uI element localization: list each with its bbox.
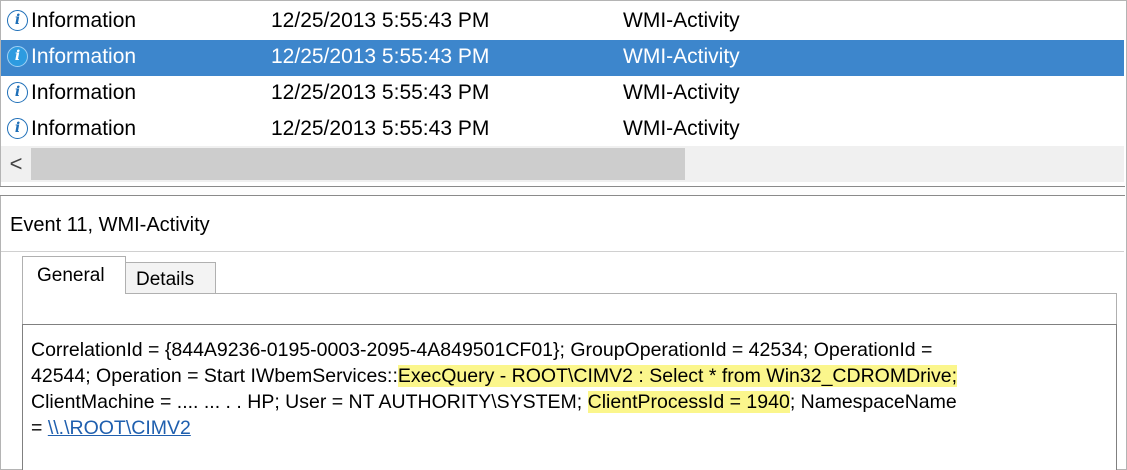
divider bbox=[1, 251, 1124, 252]
event-source: WMI-Activity bbox=[623, 9, 740, 32]
event-list: i Information 12/25/2013 5:55:43 PM WMI-… bbox=[1, 4, 1124, 148]
highlighted-process-id: ClientProcessId = 1940 bbox=[587, 391, 790, 413]
event-row-selected[interactable]: i Information 12/25/2013 5:55:43 PM WMI-… bbox=[1, 40, 1124, 76]
namespace-link[interactable]: \\.\ROOT\CIMV2 bbox=[48, 417, 191, 439]
event-date: 12/25/2013 5:55:43 PM bbox=[271, 81, 490, 104]
information-icon: i bbox=[7, 10, 28, 31]
scroll-left-icon[interactable]: < bbox=[3, 148, 29, 180]
message-line: CorrelationId = {844A9236-0195-0003-2095… bbox=[31, 337, 1111, 363]
message-text: = bbox=[31, 417, 48, 439]
information-icon: i bbox=[7, 118, 28, 139]
highlighted-query: ExecQuery - ROOT\CIMV2 : Select * from W… bbox=[397, 365, 958, 387]
message-line: 42544; Operation = Start IWbemServices::… bbox=[31, 363, 1111, 389]
information-icon: i bbox=[7, 46, 28, 67]
message-text: CorrelationId = {844A9236-0195-0003-2095… bbox=[31, 339, 933, 361]
message-text: ; NamespaceName bbox=[789, 391, 957, 413]
message-line: = \\.\ROOT\CIMV2 bbox=[31, 415, 1111, 441]
event-level: Information bbox=[31, 45, 137, 68]
message-text: ClientMachine = bbox=[31, 391, 177, 413]
event-row[interactable]: i Information 12/25/2013 5:55:43 PM WMI-… bbox=[1, 76, 1124, 112]
message-line: ClientMachine = .... ... . . HP; User = … bbox=[31, 389, 1111, 415]
event-message: CorrelationId = {844A9236-0195-0003-2095… bbox=[31, 337, 1111, 441]
message-text: HP; User = NT AUTHORITY\SYSTEM; bbox=[247, 391, 588, 413]
message-text: 42544; Operation = Start IWbemServices:: bbox=[31, 365, 398, 387]
pane-splitter[interactable] bbox=[0, 186, 1125, 196]
horizontal-scrollbar[interactable]: < bbox=[1, 146, 1124, 182]
event-row[interactable]: i Information 12/25/2013 5:55:43 PM WMI-… bbox=[1, 4, 1124, 40]
redacted-machine-name: .... ... . . bbox=[176, 391, 242, 413]
event-detail-title: Event 11, WMI-Activity bbox=[10, 214, 210, 236]
event-level: Information bbox=[31, 117, 137, 140]
event-source: WMI-Activity bbox=[623, 45, 740, 68]
tab-details[interactable]: Details bbox=[126, 262, 216, 294]
event-level: Information bbox=[31, 81, 137, 104]
event-source: WMI-Activity bbox=[623, 81, 740, 104]
scrollbar-thumb[interactable] bbox=[31, 148, 685, 180]
event-level: Information bbox=[31, 9, 137, 32]
event-message-box[interactable]: CorrelationId = {844A9236-0195-0003-2095… bbox=[22, 324, 1117, 470]
event-date: 12/25/2013 5:55:43 PM bbox=[271, 45, 490, 68]
tab-general[interactable]: General bbox=[22, 256, 126, 294]
event-row[interactable]: i Information 12/25/2013 5:55:43 PM WMI-… bbox=[1, 112, 1124, 148]
event-date: 12/25/2013 5:55:43 PM bbox=[271, 117, 490, 140]
event-source: WMI-Activity bbox=[623, 117, 740, 140]
event-date: 12/25/2013 5:55:43 PM bbox=[271, 9, 490, 32]
information-icon: i bbox=[7, 82, 28, 103]
